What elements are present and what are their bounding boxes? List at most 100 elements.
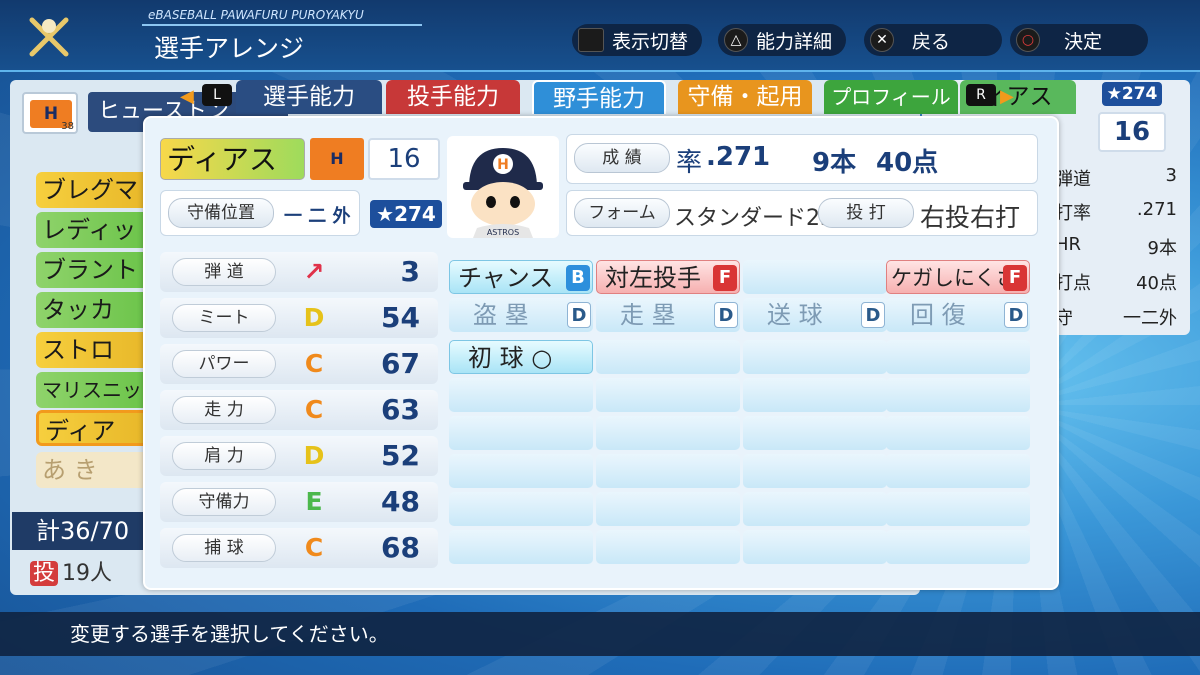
list-item[interactable]: ブラント [36,252,148,288]
pitcher-badge: 投 [30,561,59,586]
ability-cell-empty[interactable] [596,378,740,412]
summary-row: 守一二外 [1055,304,1185,330]
ability-cell-empty[interactable] [743,340,887,374]
back-button[interactable]: ✕ 戻る [864,24,1002,56]
ability-cell-empty[interactable] [886,492,1030,526]
summary-row: 打率 .271 [1055,199,1185,225]
toggle-display-button[interactable]: 表示切替 [572,24,703,56]
ability-cell[interactable]: 対左投手 F [596,260,740,294]
tab-pitcher-ability[interactable]: 投手能力 [386,80,520,114]
ability-grade: D [861,302,885,328]
ability-cell[interactable]: 盗 塁 D [449,298,593,332]
ability-cell-empty[interactable] [743,260,887,294]
list-item[interactable]: マリスニッ [36,372,148,408]
ability-cell-empty[interactable] [743,378,887,412]
tab-right-arrow-icon[interactable]: ▶ [1000,86,1014,107]
ability-cell-empty[interactable] [596,416,740,450]
tab-fielder-ability[interactable]: 野手能力 [532,80,666,114]
ability-cell-empty[interactable] [743,416,887,450]
ability-cell-empty[interactable] [449,530,593,564]
ability-grade: F [713,265,737,291]
l-button-icon: L [202,84,232,106]
top-bar: eBASEBALL PAWAFURU PUROYAKYU 選手アレンジ 表示切替… [0,0,1200,72]
stat-value: 54 [381,301,420,334]
rbi: 40点 [876,148,939,178]
team-logo[interactable]: H 38 [22,92,78,134]
stat-row-trajectory[interactable]: 弾 道 ↗ 3 [160,252,438,292]
ability-detail-button[interactable]: △ 能力詳細 [718,24,847,56]
ability-cell-empty[interactable] [743,454,887,488]
tab-defense-usage[interactable]: 守備・起用 [678,80,812,114]
ability-cell[interactable]: 送 球 D [743,298,887,332]
summary-value: 40点 [1136,273,1177,294]
triangle-icon: △ [724,28,748,52]
handedness-label: 投 打 [818,198,914,228]
page-title: 選手アレンジ [154,34,305,63]
ability-cell-empty[interactable] [449,492,593,526]
subtitle-underline [142,24,422,26]
stat-row-arm[interactable]: 肩 力 D 52 [160,436,438,476]
player-avatar: H ASTROS [447,136,559,238]
confirm-label: 決定 [1064,30,1103,53]
ability-cell-empty[interactable] [449,416,593,450]
ability-cell-empty[interactable] [886,530,1030,564]
stat-value: 63 [381,393,420,426]
record-label: 成 績 [574,143,670,173]
summary-row: HR 9本 [1055,234,1185,259]
position-value: 一 二 外 [284,206,351,227]
ability-cell-empty[interactable] [449,378,593,412]
form-label: フォーム [574,198,670,228]
ability-cell-empty[interactable] [886,454,1030,488]
ability-cell-empty[interactable] [743,530,887,564]
list-item[interactable]: タッカ [36,292,148,328]
toggle-display-label: 表示切替 [612,30,689,53]
ability-cell-empty[interactable] [449,454,593,488]
ability-cell-empty[interactable] [886,340,1030,374]
ability-grid: チャンス B 対左投手 F ケガしにくさ F 盗 塁 D 走 塁 D 送 球 D… [449,258,1033,570]
ability-cell-empty[interactable] [596,340,740,374]
list-item-selected[interactable]: ディア [36,410,148,446]
ability-cell-empty[interactable] [596,530,740,564]
tab-left-arrow-icon[interactable]: ◀ [180,86,194,107]
position-label: 守備位置 [168,198,274,228]
ability-cell-empty[interactable] [886,416,1030,450]
trajectory-arrow-icon: ↗ [303,257,325,286]
ability-cell-empty[interactable] [743,492,887,526]
tab-profile[interactable]: プロフィール [824,80,958,114]
list-item[interactable]: ブレグマ [36,172,148,208]
ability-cell-empty[interactable] [596,454,740,488]
team-number: 38 [61,121,74,132]
list-item[interactable]: レディッ [36,212,148,248]
stat-label: 走 力 [172,396,276,424]
summary-value: 一二外 [1123,308,1177,329]
stat-row-power[interactable]: パワー C 67 [160,344,438,384]
summary-label: 打率 [1055,203,1091,224]
confirm-button[interactable]: ○ 決定 [1010,24,1148,56]
ability-name: 初 球 ○ [468,344,553,372]
list-item-empty[interactable]: あ き [36,452,148,488]
stat-grade: E [305,487,323,516]
stat-row-speed[interactable]: 走 力 C 63 [160,390,438,430]
r-button-icon: R [966,84,996,106]
stat-row-contact[interactable]: ミート D 54 [160,298,438,338]
summary-star-rating: ★274 [1102,82,1162,106]
ability-cell-empty[interactable] [596,492,740,526]
uniform-number: 16 [368,138,440,180]
summary-label: 弾道 [1055,169,1091,190]
stat-row-fielding[interactable]: 守備力 E 48 [160,482,438,522]
stat-grade: C [304,349,324,378]
special-ability-cell[interactable]: 初 球 ○ [449,340,593,374]
ability-grade: D [714,302,738,328]
list-item[interactable]: ストロ [36,332,148,368]
ability-cell[interactable]: ケガしにくさ F [886,260,1030,294]
ability-cell[interactable]: 走 塁 D [596,298,740,332]
ability-cell[interactable]: チャンス B [449,260,593,294]
stat-grade: C [304,395,324,424]
summary-row: 打点 40点 [1055,269,1185,295]
summary-label: 打点 [1055,273,1091,294]
game-subtitle: eBASEBALL PAWAFURU PUROYAKYU [148,8,364,22]
stat-row-catching[interactable]: 捕 球 C 68 [160,528,438,568]
ability-cell[interactable]: 回 復 D [886,298,1030,332]
ability-cell-empty[interactable] [886,378,1030,412]
tab-player-ability[interactable]: 選手能力 [236,80,382,114]
